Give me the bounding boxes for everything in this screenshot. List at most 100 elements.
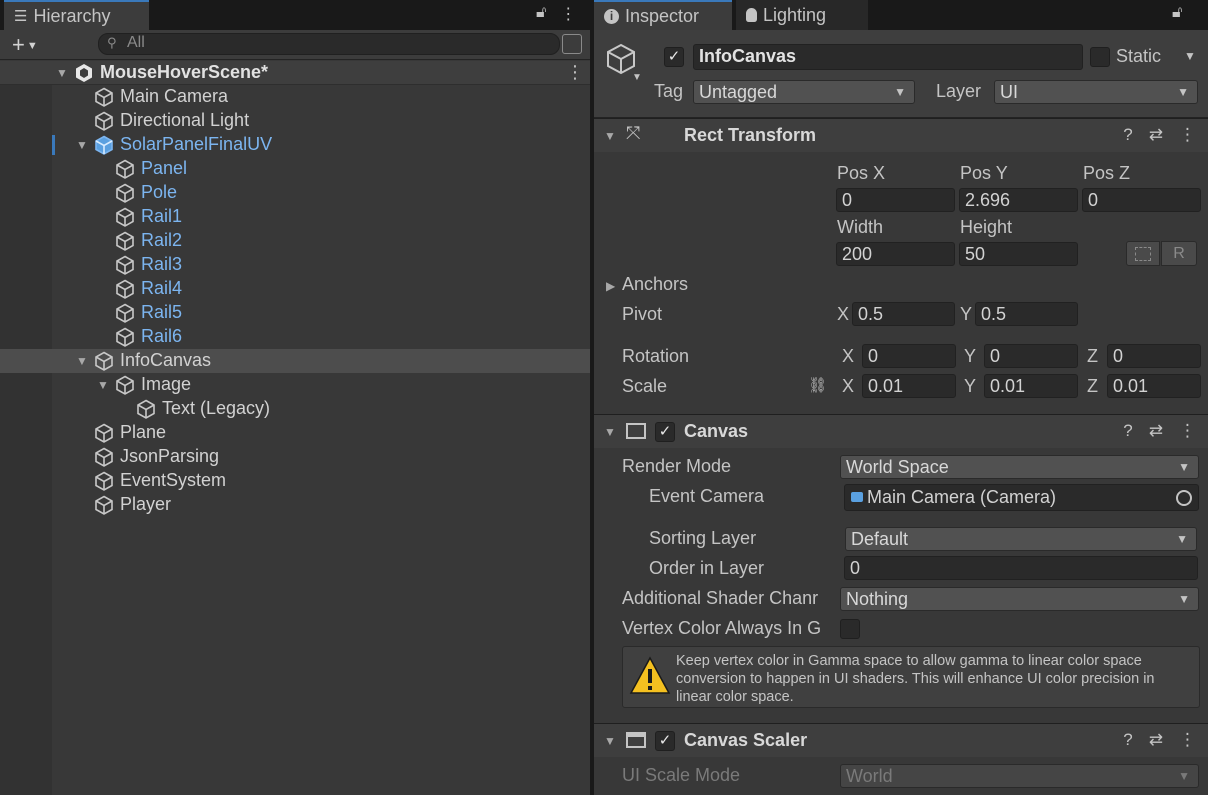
rot-x-field[interactable]: 0 — [862, 344, 956, 368]
canvas-scaler-header[interactable]: ▼ ✓ Canvas Scaler ? ⇄ ⋮ — [594, 723, 1208, 757]
hierarchy-item-image[interactable]: ▼ Image — [0, 373, 590, 397]
object-picker-icon[interactable] — [1176, 490, 1192, 506]
collapse-arrow-icon[interactable]: ▼ — [604, 425, 616, 439]
expand-arrow-icon[interactable]: ▼ — [76, 354, 88, 368]
hierarchy-item-rail2[interactable]: Rail2 — [0, 229, 590, 253]
rot-y-field[interactable]: 0 — [984, 344, 1078, 368]
lock-icon[interactable]: 🔓︎ — [536, 4, 546, 24]
hierarchy-item-label: JsonParsing — [120, 446, 220, 466]
scene-row[interactable]: ▼ MouseHoverScene* ⋮ — [0, 61, 590, 85]
hierarchy-item-rail6[interactable]: Rail6 — [0, 325, 590, 349]
expand-arrow-icon[interactable]: ▼ — [56, 66, 68, 80]
help-icon[interactable]: ? — [1123, 730, 1132, 750]
presets-icon[interactable]: ⇄ — [1149, 730, 1163, 750]
scale-x-field[interactable]: 0.01 — [862, 374, 956, 398]
static-checkbox[interactable] — [1090, 47, 1110, 67]
canvas-scaler-enabled-checkbox[interactable]: ✓ — [655, 731, 675, 751]
canvas-header[interactable]: ▼ ✓ Canvas ? ⇄ ⋮ — [594, 414, 1208, 448]
info-icon: i — [604, 8, 619, 24]
chevron-down-icon: ▼ — [1177, 85, 1189, 99]
height-field[interactable]: 50 — [959, 242, 1078, 266]
layer-dropdown[interactable]: UI ▼ — [994, 80, 1198, 104]
anchors-expand-icon[interactable]: ▶ — [606, 279, 615, 293]
hierarchy-item-panel[interactable]: Panel — [0, 157, 590, 181]
event-camera-label: Event Camera — [649, 486, 765, 506]
help-icon[interactable]: ? — [1123, 125, 1132, 145]
sorting-layer-dropdown[interactable]: Default ▼ — [845, 527, 1197, 551]
hierarchy-item-rail4[interactable]: Rail4 — [0, 277, 590, 301]
tab-hierarchy[interactable]: ☰ Hierarchy — [4, 0, 149, 30]
width-field[interactable]: 200 — [836, 242, 955, 266]
hierarchy-item-main-camera[interactable]: Main Camera — [0, 85, 590, 109]
chevron-down-icon: ▼ — [1178, 460, 1190, 474]
scene-search-icon[interactable] — [562, 34, 582, 54]
event-camera-field[interactable]: Main Camera (Camera) — [844, 484, 1199, 511]
raw-edit-label: R — [1173, 245, 1185, 262]
object-name-field[interactable]: InfoCanvas — [693, 44, 1083, 70]
tag-dropdown[interactable]: Untagged ▼ — [693, 80, 915, 104]
constrain-proportions-icon[interactable]: ⛓ — [808, 376, 827, 394]
rot-z-field[interactable]: 0 — [1107, 344, 1201, 368]
ui-scale-mode-dropdown[interactable]: World ▼ — [840, 764, 1199, 788]
expand-arrow-icon[interactable]: ▼ — [97, 378, 109, 392]
hierarchy-item-text-legacy[interactable]: Text (Legacy) — [0, 397, 590, 421]
component-menu-icon[interactable]: ⋮ — [1179, 730, 1196, 750]
rect-transform-header[interactable]: ▼ ⤧ Rect Transform ? ⇄ ⋮ — [594, 118, 1208, 152]
rect-transform-title: Rect Transform — [684, 125, 817, 145]
vertex-color-checkbox[interactable] — [840, 619, 860, 639]
scale-z-field[interactable]: 0.01 — [1107, 374, 1201, 398]
expand-arrow-icon[interactable]: ▼ — [76, 138, 88, 152]
order-in-layer-field[interactable]: 0 — [844, 556, 1198, 580]
hierarchy-item-infocanvas[interactable]: ▼ InfoCanvas — [0, 349, 590, 373]
add-object-button[interactable]: + ▼ — [12, 32, 38, 58]
icon-dropdown-arrow[interactable]: ▼ — [632, 72, 642, 83]
blueprint-mode-button[interactable] — [1126, 241, 1160, 266]
warning-text: Keep vertex color in Gamma space to allo… — [676, 653, 1155, 705]
hierarchy-item-player[interactable]: Player — [0, 493, 590, 517]
pos-x-field[interactable]: 0 — [836, 188, 955, 212]
pos-z-field[interactable]: 0 — [1082, 188, 1201, 212]
search-icon: ⚲ — [107, 35, 117, 50]
more-menu-icon[interactable]: ⋮ — [560, 4, 576, 24]
collapse-arrow-icon[interactable]: ▼ — [604, 129, 616, 143]
hierarchy-toolbar: + ▼ ⚲ All — [0, 30, 590, 60]
hierarchy-item-rail5[interactable]: Rail5 — [0, 301, 590, 325]
presets-icon[interactable]: ⇄ — [1149, 125, 1163, 145]
shader-channels-dropdown[interactable]: Nothing ▼ — [840, 587, 1199, 611]
scale-y-field[interactable]: 0.01 — [984, 374, 1078, 398]
scene-menu-icon[interactable]: ⋮ — [566, 62, 584, 83]
hierarchy-item-solarpanelfinaluv[interactable]: ▼ SolarPanelFinalUV — [0, 133, 590, 157]
tab-lighting[interactable]: Lighting — [736, 0, 868, 30]
active-checkbox[interactable]: ✓ — [664, 47, 684, 67]
help-icon[interactable]: ? — [1123, 421, 1132, 441]
search-input[interactable]: ⚲ All — [98, 33, 560, 55]
static-dropdown-icon[interactable]: ▼ — [1184, 49, 1196, 63]
gameobject-icon — [95, 423, 113, 443]
hierarchy-item-label: Panel — [141, 158, 188, 178]
hierarchy-item-jsonparsing[interactable]: JsonParsing — [0, 445, 590, 469]
hierarchy-item-pole[interactable]: Pole — [0, 181, 590, 205]
anchors-label[interactable]: Anchors — [622, 274, 688, 295]
gameobject-icon — [116, 255, 134, 275]
component-menu-icon[interactable]: ⋮ — [1179, 125, 1196, 145]
inspector-lock-icon[interactable]: 🔓︎ — [1172, 4, 1182, 22]
hierarchy-item-label: Directional Light — [120, 110, 250, 130]
hierarchy-item-rail1[interactable]: Rail1 — [0, 205, 590, 229]
pivot-x-field[interactable]: 0.5 — [852, 302, 955, 326]
collapse-arrow-icon[interactable]: ▼ — [604, 734, 616, 748]
hierarchy-item-directional-light[interactable]: Directional Light — [0, 109, 590, 133]
hierarchy-item-plane[interactable]: Plane — [0, 421, 590, 445]
render-mode-dropdown[interactable]: World Space ▼ — [840, 455, 1199, 479]
gameobject-icon — [116, 303, 134, 323]
tab-inspector[interactable]: i Inspector — [594, 0, 732, 30]
raw-edit-button[interactable]: R — [1161, 241, 1197, 266]
component-menu-icon[interactable]: ⋮ — [1179, 421, 1196, 441]
scale-z-label: Z — [1087, 376, 1098, 396]
hierarchy-item-rail3[interactable]: Rail3 — [0, 253, 590, 277]
pivot-y-field[interactable]: 0.5 — [975, 302, 1078, 326]
width-label: Width — [837, 217, 884, 237]
pos-y-field[interactable]: 2.696 — [959, 188, 1078, 212]
presets-icon[interactable]: ⇄ — [1149, 421, 1163, 441]
hierarchy-item-eventsystem[interactable]: EventSystem — [0, 469, 590, 493]
canvas-enabled-checkbox[interactable]: ✓ — [655, 422, 675, 442]
